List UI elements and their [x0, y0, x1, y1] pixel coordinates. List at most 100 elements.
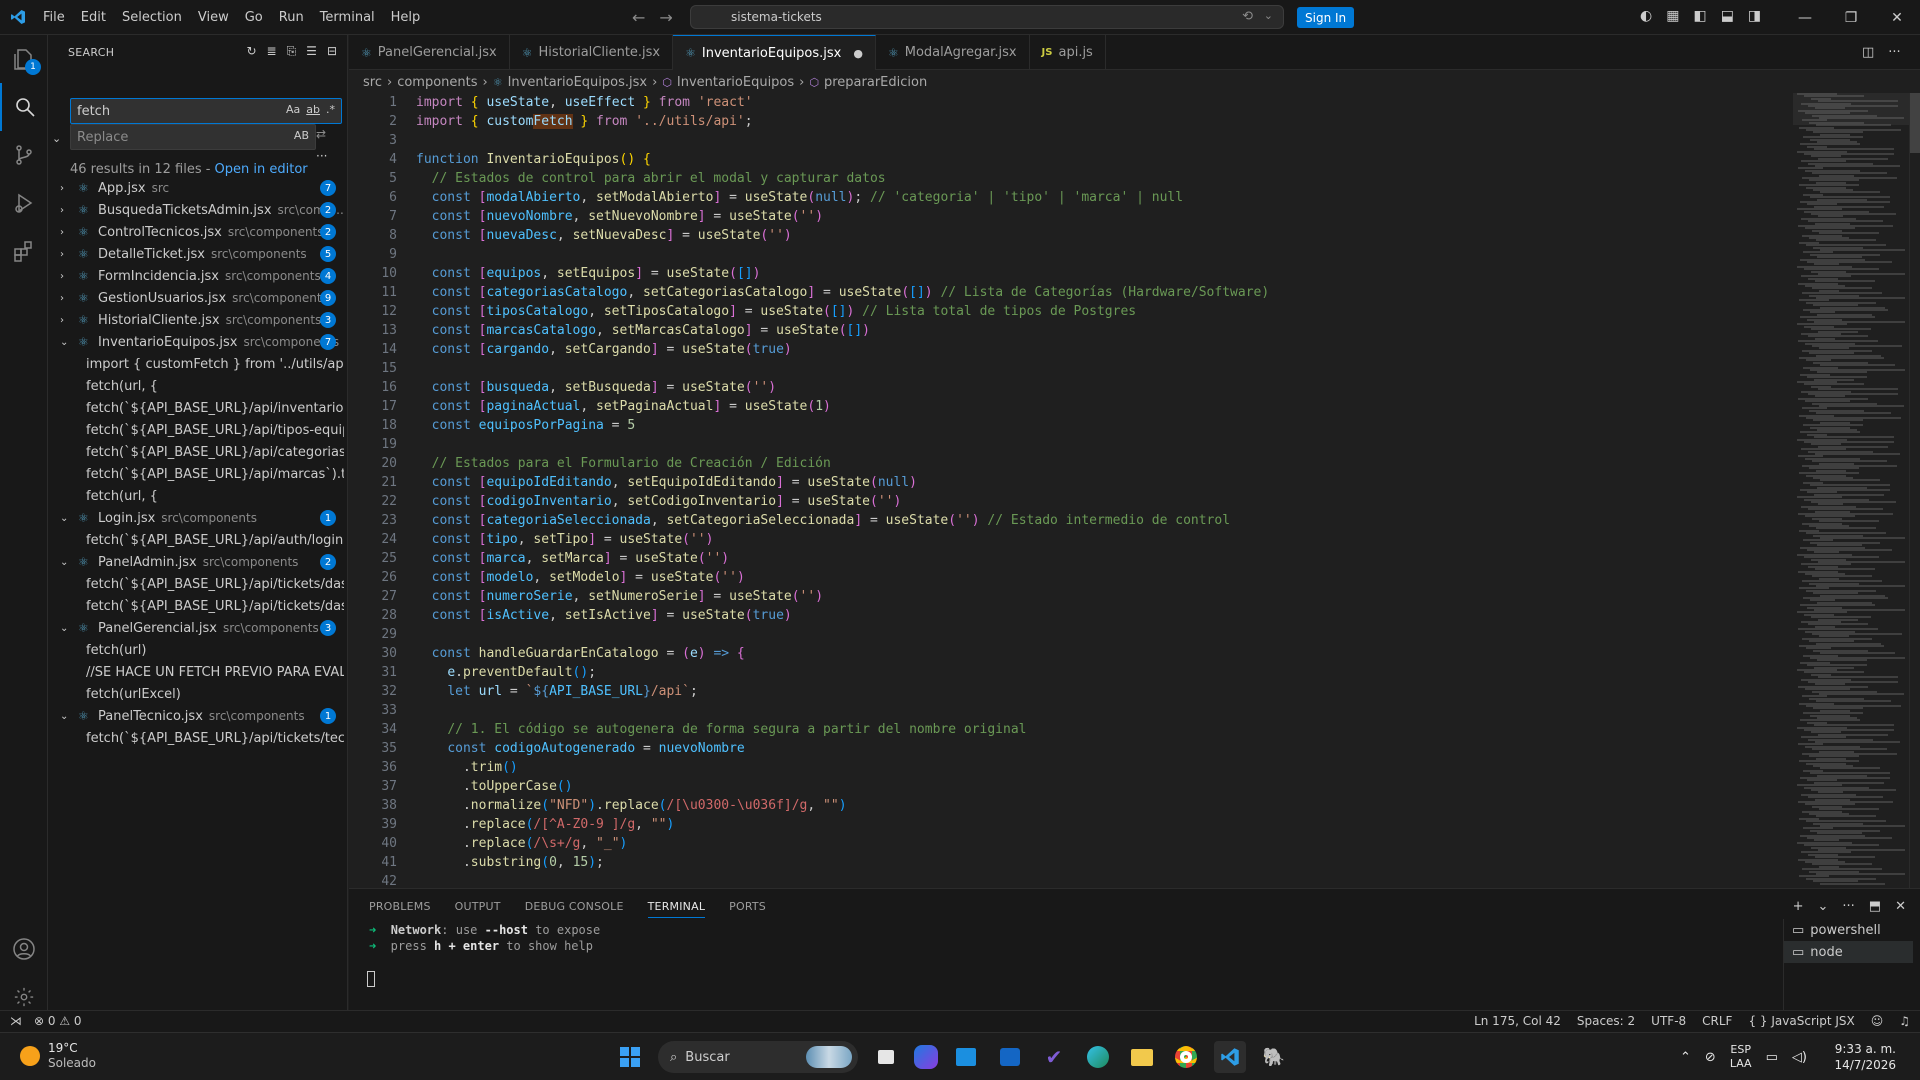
- tab-panelgerencial-jsx[interactable]: ⚛ PanelGerencial.jsx: [349, 35, 510, 70]
- tab-output[interactable]: OUTPUT: [455, 900, 501, 918]
- file-explorer-icon[interactable]: [1126, 1041, 1158, 1073]
- cursor-position[interactable]: Ln 175, Col 42: [1474, 1014, 1561, 1028]
- clear-results-icon[interactable]: ≣: [267, 44, 277, 59]
- search-result-match[interactable]: fetch(url, {: [48, 375, 344, 397]
- language-mode[interactable]: { } JavaScript JSX: [1748, 1014, 1854, 1028]
- search-result-match[interactable]: fetch(urlExcel): [48, 683, 344, 705]
- collapse-all-icon[interactable]: ⊟: [327, 44, 337, 59]
- maximize-panel-icon[interactable]: ⬒: [1869, 899, 1881, 914]
- postgres-elephant-icon[interactable]: 🐘: [1258, 1041, 1290, 1073]
- chrome-icon[interactable]: [1170, 1041, 1202, 1073]
- breadcrumb-symbol[interactable]: InventarioEquipos: [677, 75, 794, 90]
- refresh-icon[interactable]: ↻: [246, 44, 256, 59]
- minimize-icon[interactable]: —: [1782, 0, 1828, 35]
- edge-browser-icon[interactable]: [1082, 1041, 1114, 1073]
- taskbar-clock[interactable]: 9:33 a. m. 14/7/2026: [1834, 1041, 1896, 1073]
- menu-selection[interactable]: Selection: [114, 10, 190, 25]
- menu-edit[interactable]: Edit: [73, 10, 114, 25]
- breadcrumb-file[interactable]: InventarioEquipos.jsx: [508, 75, 647, 90]
- chevron-down-icon[interactable]: ⌄: [1264, 9, 1273, 22]
- more-actions-icon[interactable]: ···: [1888, 45, 1900, 60]
- split-editor-icon[interactable]: ◫: [1862, 45, 1874, 60]
- search-result-file[interactable]: › ⚛ DetalleTicket.jsx src\components 5: [48, 243, 348, 265]
- end-of-line[interactable]: CRLF: [1702, 1014, 1732, 1028]
- replace-input[interactable]: Replace AB: [70, 124, 316, 150]
- more-options-icon[interactable]: ···: [316, 149, 327, 163]
- breadcrumb-src[interactable]: src: [363, 75, 382, 90]
- restore-icon[interactable]: ❐: [1828, 0, 1874, 35]
- vertical-scrollbar[interactable]: [1909, 93, 1920, 888]
- menu-view[interactable]: View: [190, 10, 237, 25]
- match-case-icon[interactable]: Aa: [286, 103, 300, 116]
- more-actions-icon[interactable]: ···: [1842, 899, 1854, 914]
- tab-terminal[interactable]: TERMINAL: [647, 900, 706, 918]
- tab-modalagregar-jsx[interactable]: ⚛ ModalAgregar.jsx: [876, 35, 1030, 70]
- copilot-status-icon[interactable]: ☺: [1871, 1014, 1884, 1028]
- match-whole-word-icon[interactable]: ab: [306, 103, 320, 116]
- menu-run[interactable]: Run: [271, 10, 312, 25]
- customize-layout-icon[interactable]: ▦: [1666, 8, 1679, 24]
- preserve-case-icon[interactable]: AB: [294, 129, 309, 142]
- sign-in-button[interactable]: Sign In: [1297, 7, 1355, 28]
- network-off-icon[interactable]: ⊘: [1705, 1050, 1716, 1065]
- search-result-match[interactable]: fetch(`${API_BASE_URL}/api/marcas`).then…: [48, 463, 344, 485]
- menu-terminal[interactable]: Terminal: [312, 10, 383, 25]
- search-result-match[interactable]: fetch(url): [48, 639, 344, 661]
- tab-api-js[interactable]: JS api.js: [1030, 35, 1106, 70]
- minimap-viewport[interactable]: [1793, 93, 1909, 125]
- scrollbar-thumb[interactable]: [1910, 93, 1920, 153]
- source-control-icon[interactable]: [0, 131, 48, 179]
- remote-icon[interactable]: ⋊: [10, 1014, 22, 1028]
- taskbar-search[interactable]: ⌕ Buscar: [658, 1041, 858, 1073]
- encoding[interactable]: UTF-8: [1651, 1014, 1686, 1028]
- menu-file[interactable]: File: [35, 10, 73, 25]
- menu-help[interactable]: Help: [383, 10, 429, 25]
- search-result-file[interactable]: ⌄ ⚛ PanelAdmin.jsx src\components 2: [48, 551, 348, 573]
- search-result-match[interactable]: fetch(`${API_BASE_URL}/api/tickets/dashb…: [48, 573, 344, 595]
- toggle-panel-icon[interactable]: ⬓: [1721, 8, 1734, 24]
- breadcrumb-method[interactable]: prepararEdicion: [824, 75, 927, 90]
- weather-widget[interactable]: 19°C Soleado: [20, 1041, 96, 1071]
- search-result-match[interactable]: fetch(`${API_BASE_URL}/api/auth/login`, …: [48, 529, 344, 551]
- search-result-match[interactable]: fetch(`${API_BASE_URL}/api/tickets/dashb…: [48, 595, 344, 617]
- search-result-match[interactable]: //SE HACE UN FETCH PREVIO PARA EVALUA...: [48, 661, 344, 683]
- command-center-search[interactable]: sistema-tickets ⟲ ⌄: [690, 5, 1284, 29]
- new-search-editor-icon[interactable]: ⎘: [287, 44, 297, 59]
- terminal-dropdown-icon[interactable]: ⌄: [1817, 899, 1828, 914]
- new-terminal-icon[interactable]: +: [1793, 899, 1804, 914]
- problems-status[interactable]: ⊗ 0 ⚠ 0: [34, 1014, 82, 1028]
- breadcrumb-components[interactable]: components: [397, 75, 477, 90]
- search-result-match[interactable]: fetch(`${API_BASE_URL}/api/tipos-equipos…: [48, 419, 344, 441]
- close-panel-icon[interactable]: ✕: [1895, 899, 1906, 914]
- terminal-item-powershell[interactable]: ▭ powershell: [1784, 919, 1913, 941]
- indentation[interactable]: Spaces: 2: [1577, 1014, 1635, 1028]
- open-in-editor-link[interactable]: Open in editor: [215, 162, 308, 177]
- search-result-file[interactable]: › ⚛ GestionUsuarios.jsx src\components 9: [48, 287, 348, 309]
- search-result-match[interactable]: fetch(url, {: [48, 485, 344, 507]
- tab-debug-console[interactable]: DEBUG CONSOLE: [525, 900, 624, 918]
- search-result-file[interactable]: ⌄ ⚛ PanelGerencial.jsx src\components 3: [48, 617, 348, 639]
- toggle-replace-chevron-icon[interactable]: ⌄: [52, 132, 61, 145]
- copilot-icon[interactable]: ⟲: [1242, 9, 1253, 24]
- volume-icon[interactable]: ◁): [1792, 1050, 1807, 1065]
- windows-start-icon[interactable]: [614, 1041, 646, 1073]
- search-result-file[interactable]: › ⚛ FormIncidencia.jsx src\components 4: [48, 265, 348, 287]
- toggle-primary-sidebar-icon[interactable]: ◧: [1693, 8, 1706, 24]
- toggle-secondary-sidebar-icon[interactable]: ◨: [1748, 8, 1761, 24]
- minimap[interactable]: [1793, 93, 1909, 888]
- visual-studio-icon[interactable]: ✔: [1038, 1041, 1070, 1073]
- tab-problems[interactable]: PROBLEMS: [369, 900, 431, 918]
- display-icon[interactable]: ▭: [1766, 1050, 1778, 1065]
- extensions-icon[interactable]: [0, 227, 48, 275]
- accounts-icon[interactable]: ◐: [1640, 8, 1652, 24]
- forward-arrow-icon[interactable]: →: [659, 8, 672, 27]
- search-result-file[interactable]: ⌄ ⚛ InventarioEquipos.jsx src\components 7: [48, 331, 348, 353]
- task-view-icon[interactable]: [870, 1041, 902, 1073]
- unsaved-dot-icon[interactable]: ●: [853, 47, 863, 60]
- microsoft-store-icon[interactable]: [950, 1041, 982, 1073]
- code-editor[interactable]: 1 import { useState, useEffect } from 're…: [349, 93, 1793, 888]
- accounts-icon[interactable]: [0, 925, 48, 973]
- search-result-match[interactable]: fetch(`${API_BASE_URL}/api/tickets/tecni…: [48, 727, 344, 749]
- outlook-icon[interactable]: [994, 1041, 1026, 1073]
- explorer-icon[interactable]: 1: [0, 35, 48, 83]
